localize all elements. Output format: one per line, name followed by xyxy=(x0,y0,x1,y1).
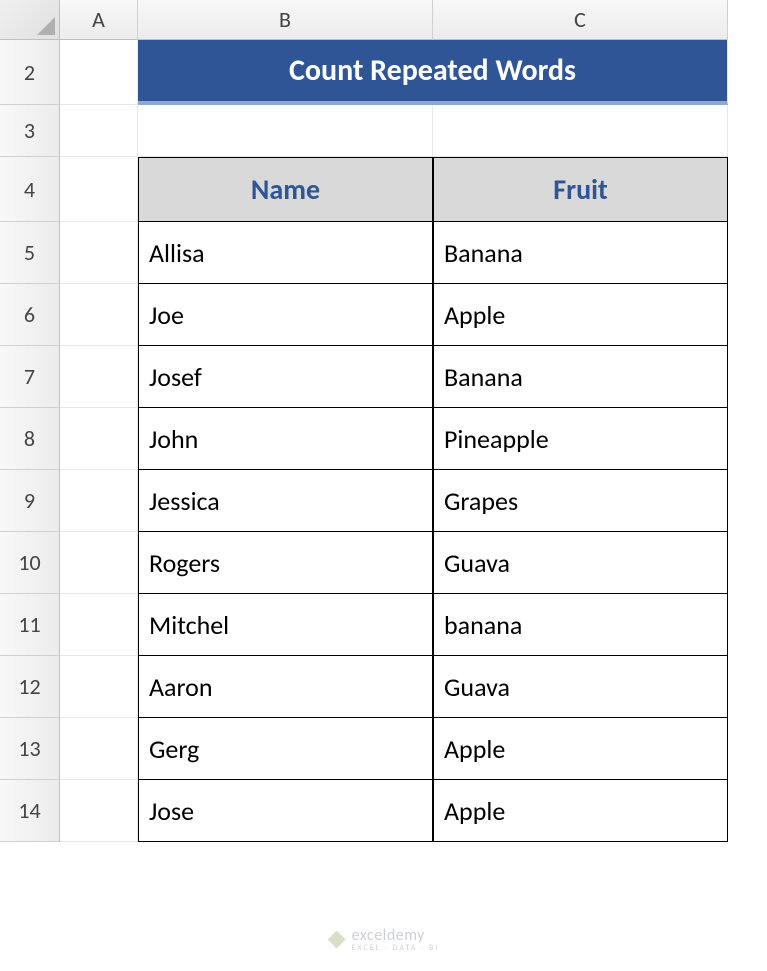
table-row[interactable]: Josef xyxy=(138,346,433,408)
table-header-name[interactable]: Name xyxy=(138,157,433,222)
row-header-8[interactable]: 8 xyxy=(0,408,60,470)
row-header-10[interactable]: 10 xyxy=(0,532,60,594)
row-header-6[interactable]: 6 xyxy=(0,284,60,346)
table-row[interactable]: Jessica xyxy=(138,470,433,532)
row-header-9[interactable]: 9 xyxy=(0,470,60,532)
row-header-5[interactable]: 5 xyxy=(0,222,60,284)
row-header-12[interactable]: 12 xyxy=(0,656,60,718)
table-row[interactable]: Banana xyxy=(433,346,728,408)
row-header-2[interactable]: 2 xyxy=(0,40,60,105)
row-header-13[interactable]: 13 xyxy=(0,718,60,780)
table-row[interactable]: Rogers xyxy=(138,532,433,594)
table-row[interactable]: Jose xyxy=(138,780,433,842)
table-row[interactable]: Pineapple xyxy=(433,408,728,470)
cell-a9[interactable] xyxy=(60,470,138,532)
cell-a14[interactable] xyxy=(60,780,138,842)
cell-c3[interactable] xyxy=(433,105,728,157)
cell-a10[interactable] xyxy=(60,532,138,594)
cell-a11[interactable] xyxy=(60,594,138,656)
table-row[interactable]: Gerg xyxy=(138,718,433,780)
table-row[interactable]: Apple xyxy=(433,780,728,842)
table-row[interactable]: Guava xyxy=(433,656,728,718)
row-header-7[interactable]: 7 xyxy=(0,346,60,408)
column-header-a[interactable]: A xyxy=(60,0,138,40)
table-row[interactable]: Banana xyxy=(433,222,728,284)
table-row[interactable]: Apple xyxy=(433,284,728,346)
cell-a13[interactable] xyxy=(60,718,138,780)
table-row[interactable]: Joe xyxy=(138,284,433,346)
row-header-11[interactable]: 11 xyxy=(0,594,60,656)
column-header-c[interactable]: C xyxy=(433,0,728,40)
table-row[interactable]: Guava xyxy=(433,532,728,594)
cell-a3[interactable] xyxy=(60,105,138,157)
cell-a2[interactable] xyxy=(60,40,138,105)
cell-a6[interactable] xyxy=(60,284,138,346)
select-all-corner[interactable] xyxy=(0,0,60,40)
table-row[interactable]: Mitchel xyxy=(138,594,433,656)
cell-b3[interactable] xyxy=(138,105,433,157)
watermark: exceldemy EXCEL · DATA · BI xyxy=(328,926,440,953)
table-row[interactable]: John xyxy=(138,408,433,470)
cell-a5[interactable] xyxy=(60,222,138,284)
table-row[interactable]: banana xyxy=(433,594,728,656)
spreadsheet-grid: A B C 2 Count Repeated Words 3 4 Name Fr… xyxy=(0,0,767,842)
watermark-tagline: EXCEL · DATA · BI xyxy=(352,943,440,953)
cell-a12[interactable] xyxy=(60,656,138,718)
title-banner[interactable]: Count Repeated Words xyxy=(138,40,728,105)
row-header-14[interactable]: 14 xyxy=(0,780,60,842)
table-row[interactable]: Allisa xyxy=(138,222,433,284)
cell-a4[interactable] xyxy=(60,157,138,222)
cell-a8[interactable] xyxy=(60,408,138,470)
cell-a7[interactable] xyxy=(60,346,138,408)
table-row[interactable]: Apple xyxy=(433,718,728,780)
table-header-fruit[interactable]: Fruit xyxy=(433,157,728,222)
row-header-3[interactable]: 3 xyxy=(0,105,60,157)
watermark-icon xyxy=(328,931,346,949)
table-row[interactable]: Aaron xyxy=(138,656,433,718)
column-header-b[interactable]: B xyxy=(138,0,433,40)
table-row[interactable]: Grapes xyxy=(433,470,728,532)
row-header-4[interactable]: 4 xyxy=(0,157,60,222)
